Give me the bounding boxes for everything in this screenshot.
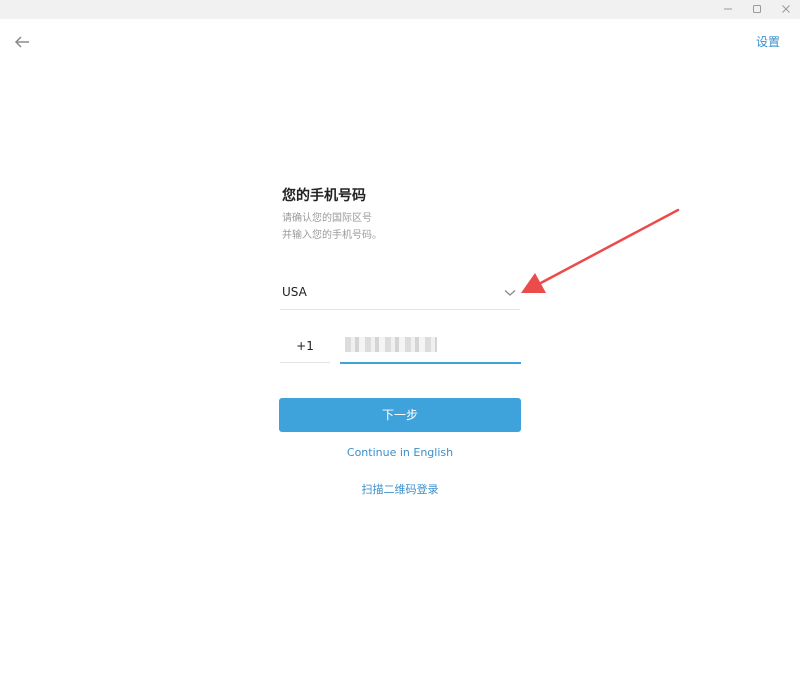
- page-title: 您的手机号码: [282, 188, 366, 204]
- subtitle-line-2: 并输入您的手机号码。: [282, 230, 382, 241]
- app-window: 设置 您的手机号码 请确认您的国际区号 并输入您的手机号码。 USA +1 下一…: [0, 0, 800, 676]
- subtitle-line-1: 请确认您的国际区号: [282, 213, 372, 224]
- country-value: USA: [282, 285, 307, 299]
- back-button[interactable]: [12, 32, 32, 52]
- title-bar: [0, 0, 800, 19]
- obscured-phone-number: [345, 337, 437, 352]
- chevron-down-icon: [504, 290, 516, 296]
- arrow-left-icon: [14, 36, 29, 48]
- close-icon: [782, 5, 790, 13]
- annotation-arrow: [521, 208, 680, 293]
- close-button[interactable]: [769, 0, 800, 19]
- minimize-icon: [724, 8, 732, 10]
- country-select[interactable]: USA: [280, 278, 520, 310]
- phone-number-input[interactable]: [340, 331, 521, 364]
- continue-in-english-link[interactable]: Continue in English: [280, 446, 520, 459]
- qr-login-link[interactable]: 扫描二维码登录: [280, 481, 520, 497]
- country-code-field[interactable]: +1: [280, 331, 330, 363]
- settings-link[interactable]: 设置: [756, 33, 780, 50]
- next-button[interactable]: 下一步: [279, 398, 521, 432]
- maximize-icon: [753, 5, 761, 13]
